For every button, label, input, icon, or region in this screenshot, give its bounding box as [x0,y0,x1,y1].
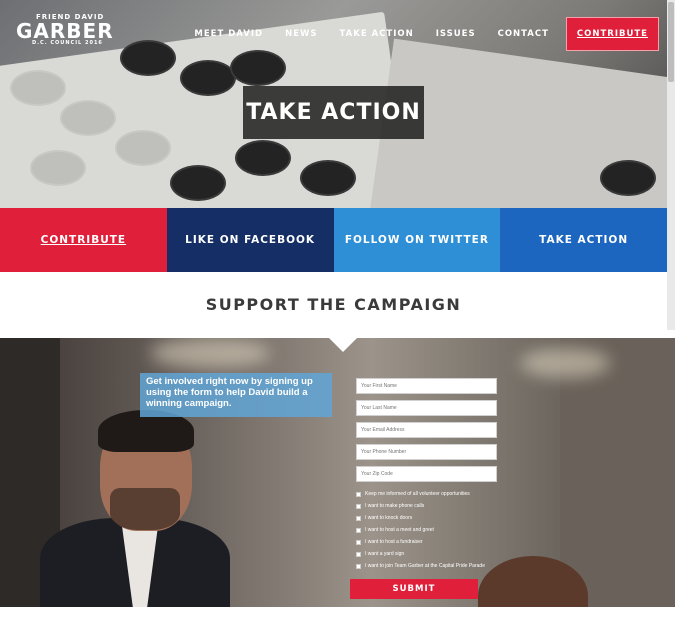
checkbox-label: I want to host a meet and greet [365,527,434,533]
checkbox-label: I want to make phone calls [365,503,425,509]
support-section: SUPPORT THE CAMPAIGN [0,272,667,338]
action-bar: CONTRIBUTE LIKE ON FACEBOOK FOLLOW ON TW… [0,208,667,272]
hero-title: TAKE ACTION [243,86,424,139]
nav-issues[interactable]: ISSUES [425,29,487,39]
sticker [10,70,66,106]
zip-field[interactable] [356,466,497,482]
nav-meet-david[interactable]: MEET DAVID [183,29,274,39]
campaign-logo[interactable]: FRIEND DAVID GARBER D.C. COUNCIL 2016 [16,14,114,46]
sticker [235,140,291,176]
scrollbar-thumb[interactable] [668,2,674,82]
phone-field[interactable] [356,444,497,460]
contribute-tile[interactable]: CONTRIBUTE [0,208,167,272]
sticker [115,130,171,166]
take-action-tile[interactable]: TAKE ACTION [500,208,667,272]
checkbox[interactable] [356,563,361,569]
checkbox[interactable] [356,539,361,545]
sticker [230,50,286,86]
checkbox-item[interactable]: I want to host a fundraiser [356,536,498,548]
checkbox-label: I want to knock doors [365,515,413,521]
ceiling-light [520,348,610,378]
checkbox[interactable] [356,527,361,533]
checkbox-label: Keep me informed of all volunteer opport… [365,491,470,497]
nav-news[interactable]: NEWS [274,29,328,39]
sticker [170,165,226,201]
logo-line2: GARBER [16,19,114,43]
logo-line3: D.C. COUNCIL 2016 [32,40,103,46]
section-notch [329,338,357,352]
sticker [60,100,116,136]
sticker [120,40,176,76]
sticker [30,150,86,186]
checkbox-label: I want to join Team Garber at the Capita… [365,563,485,569]
sticker [180,60,236,96]
hero-banner: FRIEND DAVID GARBER D.C. COUNCIL 2016 ME… [0,0,667,208]
nav-contribute-button[interactable]: CONTRIBUTE [565,17,659,51]
checkbox[interactable] [356,515,361,521]
submit-button[interactable]: SUBMIT [350,579,478,599]
sticker [300,160,356,196]
checkbox-label: I want to host a fundraiser [365,539,423,545]
support-title: SUPPORT THE CAMPAIGN [205,294,462,314]
signup-form: Keep me informed of all volunteer opport… [356,378,498,572]
person-beard [110,488,180,530]
checkbox-item[interactable]: I want to make phone calls [356,500,498,512]
checkbox[interactable] [356,503,361,509]
checkbox-item[interactable]: I want a yard sign [356,548,498,560]
checkbox-label: I want a yard sign [365,551,405,557]
checkbox-item[interactable]: Keep me informed of all volunteer opport… [356,488,498,500]
nav-take-action[interactable]: TAKE ACTION [329,29,425,39]
checkbox[interactable] [356,491,361,497]
checkbox[interactable] [356,551,361,557]
checkbox-item[interactable]: I want to host a meet and greet [356,524,498,536]
ceiling-light [150,338,270,368]
last-name-field[interactable] [356,400,497,416]
first-name-field[interactable] [356,378,497,394]
main-nav: MEET DAVID NEWS TAKE ACTION ISSUES CONTA… [183,17,659,51]
twitter-tile[interactable]: FOLLOW ON TWITTER [333,208,501,272]
checkbox-item[interactable]: I want to knock doors [356,512,498,524]
background-shelf [560,338,675,607]
facebook-tile[interactable]: LIKE ON FACEBOOK [166,208,334,272]
email-field[interactable] [356,422,497,438]
checkbox-item[interactable]: I want to join Team Garber at the Capita… [356,560,498,572]
checkbox-list: Keep me informed of all volunteer opport… [356,488,498,572]
nav-contact[interactable]: CONTACT [487,29,560,39]
signup-blurb: Get involved right now by signing up usi… [140,373,332,417]
signup-section: Get involved right now by signing up usi… [0,338,675,607]
sticker [600,160,656,196]
